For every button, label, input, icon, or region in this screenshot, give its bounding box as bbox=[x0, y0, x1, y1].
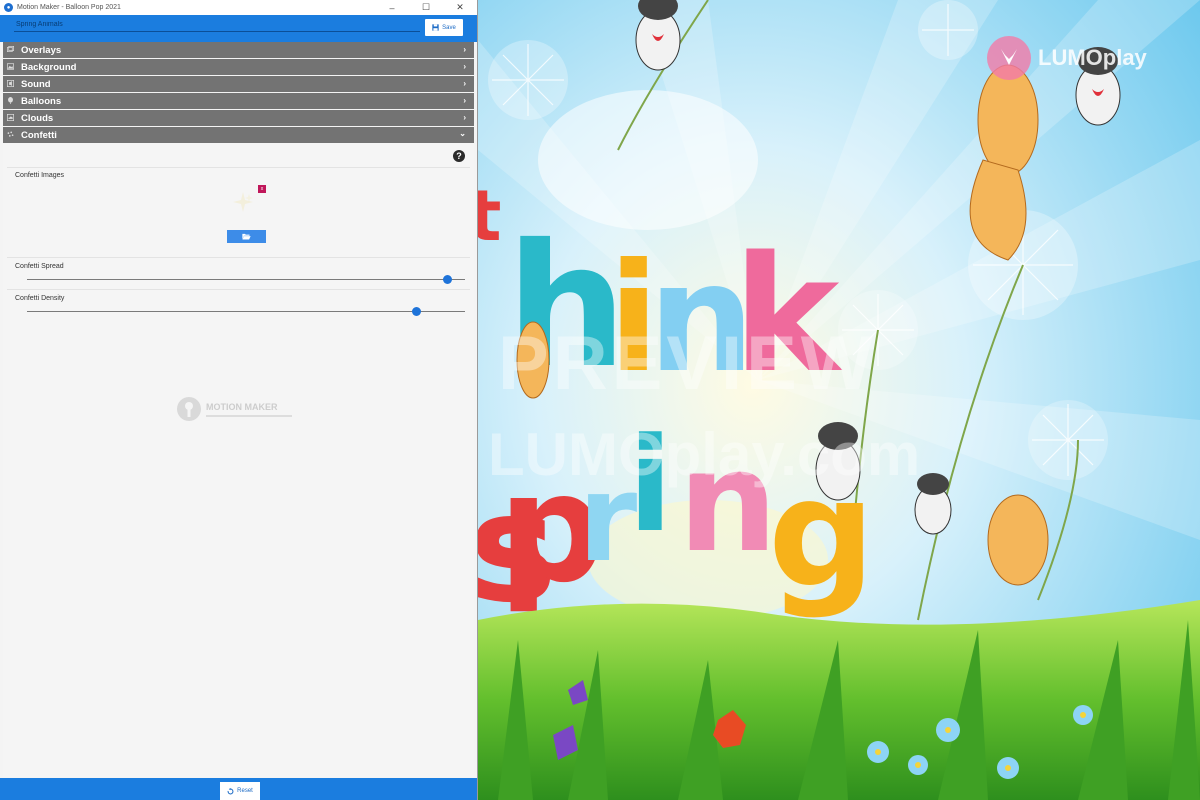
section-label: Confetti bbox=[21, 129, 57, 141]
preview-canvas: t h i n k s p r i n g LUMOplay PREVIEW L… bbox=[478, 0, 1200, 800]
image-icon bbox=[7, 63, 14, 70]
folder-open-icon bbox=[242, 233, 251, 240]
window-title: Motion Maker - Balloon Pop 2021 bbox=[17, 4, 121, 11]
footer-bar: Reset bbox=[0, 778, 477, 800]
chevron-right-icon: › bbox=[463, 113, 466, 122]
close-icon[interactable]: ✕ bbox=[443, 0, 477, 15]
title-bar: ● Motion Maker - Balloon Pop 2021 – ☐ ✕ bbox=[0, 0, 477, 15]
confetti-settings-panel: ? Confetti Images x Confetti Spread Conf… bbox=[3, 143, 474, 777]
section-label: Balloons bbox=[21, 95, 62, 107]
confetti-spread-label: Confetti Spread bbox=[15, 263, 64, 270]
confetti-images-label: Confetti Images bbox=[15, 172, 65, 179]
chevron-right-icon: › bbox=[463, 62, 466, 71]
section-clouds[interactable]: Clouds › bbox=[3, 110, 474, 126]
chevron-down-icon: ⌄ bbox=[459, 129, 466, 138]
section-overlays[interactable]: Overlays › bbox=[3, 42, 474, 58]
motion-maker-window: ● Motion Maker - Balloon Pop 2021 – ☐ ✕ … bbox=[0, 0, 478, 800]
section-label: Sound bbox=[21, 78, 51, 90]
motion-maker-watermark: MOTION MAKER bbox=[176, 396, 292, 422]
confetti-spread-slider-track[interactable] bbox=[27, 279, 465, 280]
section-label: Overlays bbox=[21, 44, 62, 56]
reset-button[interactable]: Reset bbox=[220, 782, 260, 800]
save-icon bbox=[432, 24, 439, 31]
browse-folder-button[interactable] bbox=[227, 230, 266, 243]
save-button-label: Save bbox=[442, 24, 456, 31]
preview-watermark-url: LUMOplay.com bbox=[488, 421, 921, 488]
save-button[interactable]: Save bbox=[425, 19, 463, 36]
chevron-right-icon: › bbox=[463, 45, 466, 54]
confetti-density-slider-handle[interactable] bbox=[412, 307, 422, 316]
remove-image-button[interactable]: x bbox=[258, 185, 266, 193]
lumoplay-deer-icon bbox=[987, 36, 1031, 80]
header-bar: Save bbox=[0, 15, 477, 42]
balloon-icon bbox=[8, 97, 13, 104]
watermark-tagline bbox=[206, 414, 292, 417]
preview-watermark-text: PREVIEW bbox=[498, 321, 877, 406]
app-logo-icon: ● bbox=[4, 3, 13, 12]
watermark-title: MOTION MAKER bbox=[206, 401, 278, 412]
confetti-spread-slider-handle[interactable] bbox=[442, 275, 452, 284]
chevron-right-icon: › bbox=[463, 79, 466, 88]
minimize-icon[interactable]: – bbox=[375, 0, 409, 15]
settings-sections: Overlays › Background › Sound › Balloons… bbox=[0, 42, 477, 143]
divider bbox=[7, 289, 470, 290]
section-confetti[interactable]: Confetti ⌄ bbox=[3, 127, 474, 143]
lumoplay-logo-text: LUMOplay bbox=[1038, 45, 1147, 70]
section-sound[interactable]: Sound › bbox=[3, 76, 474, 92]
maximize-icon[interactable]: ☐ bbox=[409, 0, 443, 15]
section-background[interactable]: Background › bbox=[3, 59, 474, 75]
chevron-right-icon: › bbox=[463, 96, 466, 105]
confetti-icon bbox=[7, 131, 14, 137]
motion-maker-logo-icon bbox=[177, 397, 201, 421]
cloud-icon bbox=[7, 114, 14, 121]
reset-button-label: Reset bbox=[237, 788, 253, 794]
section-label: Clouds bbox=[21, 112, 54, 124]
divider bbox=[7, 257, 470, 258]
project-name-input[interactable] bbox=[14, 18, 420, 32]
confetti-density-label: Confetti Density bbox=[15, 295, 65, 302]
sound-icon bbox=[7, 80, 14, 87]
divider bbox=[7, 167, 470, 168]
section-label: Background bbox=[21, 61, 77, 73]
section-balloons[interactable]: Balloons › bbox=[3, 93, 474, 109]
lumoplay-logo: LUMOplay bbox=[986, 35, 1147, 81]
reset-icon bbox=[227, 787, 234, 794]
confetti-density-slider-track[interactable] bbox=[27, 311, 465, 312]
overlays-icon bbox=[7, 46, 14, 52]
help-icon[interactable]: ? bbox=[453, 150, 465, 162]
confetti-image-thumbnail[interactable] bbox=[227, 186, 259, 218]
svg-text:t: t bbox=[478, 175, 501, 257]
